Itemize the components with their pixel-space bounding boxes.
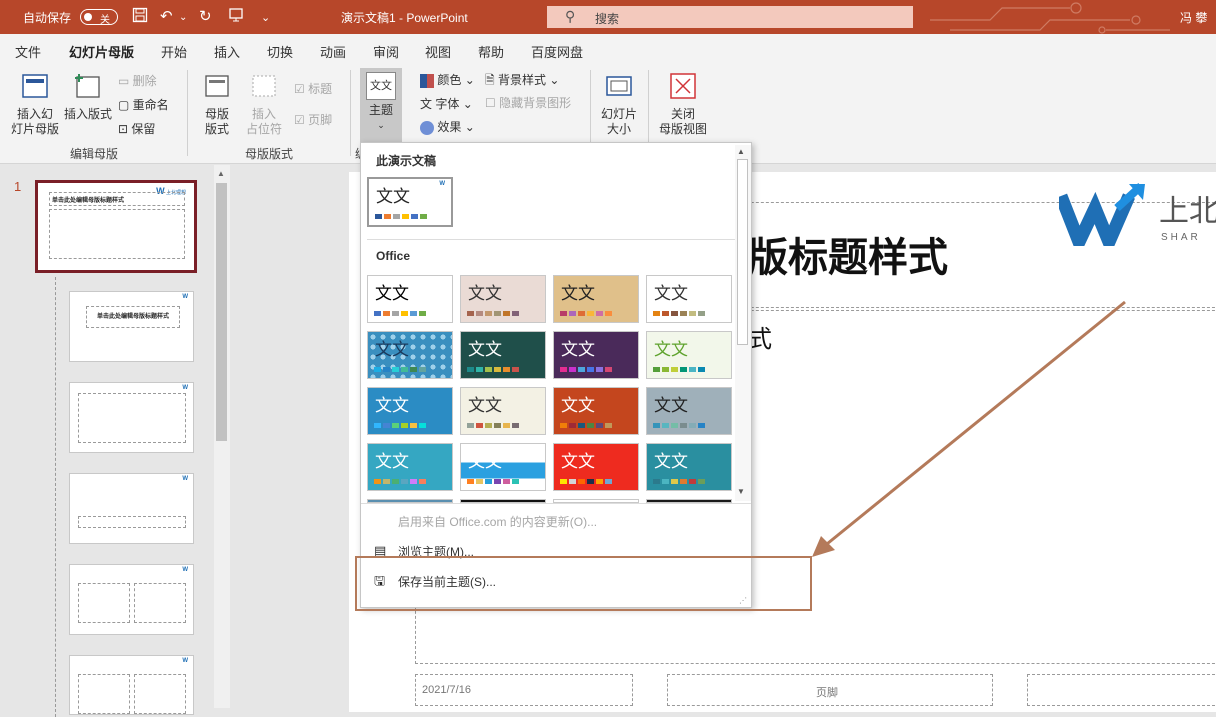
office-theme-swatch[interactable]: 文文	[553, 387, 639, 435]
office-theme-swatch[interactable]: 文文	[646, 443, 732, 491]
highlight-box	[355, 556, 812, 611]
current-theme-swatch[interactable]: 文文 W	[367, 177, 453, 227]
theme-color-bar	[374, 311, 428, 316]
theme-glyph: 文文	[468, 452, 502, 472]
theme-glyph: 文文	[376, 187, 410, 207]
theme-color-bar	[467, 311, 521, 316]
theme-glyph: 文文	[561, 340, 595, 360]
theme-glyph: 文文	[468, 284, 502, 304]
theme-glyph: 文文	[654, 340, 688, 360]
divider	[361, 503, 751, 504]
theme-glyph: 文文	[375, 284, 409, 304]
theme-color-bar	[560, 311, 614, 316]
theme-color-bar	[374, 479, 428, 484]
theme-color-bar	[375, 214, 429, 219]
office-theme-swatch[interactable]: 文文	[553, 443, 639, 491]
office-theme-swatch[interactable]: 文文	[460, 331, 546, 379]
theme-color-bar	[467, 479, 521, 484]
theme-glyph: 文文	[561, 452, 595, 472]
office-theme-swatch[interactable]: 文文	[553, 275, 639, 323]
office-theme-swatch[interactable]: 文文	[553, 331, 639, 379]
theme-glyph: 文文	[561, 396, 595, 416]
office-theme-swatch[interactable]: 文文	[367, 443, 453, 491]
office-theme-swatch[interactable]: 文文	[646, 387, 732, 435]
divider	[367, 239, 735, 240]
w-logo-icon: W	[439, 181, 445, 187]
theme-glyph: 文文	[375, 452, 409, 472]
office-theme-swatch[interactable]: 文文	[367, 331, 453, 379]
theme-color-bar	[653, 479, 707, 484]
theme-color-bar	[374, 367, 428, 372]
theme-color-bar	[653, 367, 707, 372]
office-theme-swatch[interactable]: 文文	[646, 275, 732, 323]
office-theme-swatch[interactable]: 文文	[460, 443, 546, 491]
scroll-up-icon[interactable]: ▲	[737, 147, 745, 156]
theme-glyph: 文文	[468, 340, 502, 360]
theme-color-bar	[653, 423, 707, 428]
office-theme-swatch[interactable]: 文文	[646, 331, 732, 379]
theme-color-bar	[653, 311, 707, 316]
theme-glyph: 文文	[561, 284, 595, 304]
office-theme-swatch[interactable]: 文文	[460, 387, 546, 435]
gallery-scrollbar[interactable]: ▲ ▼	[735, 145, 751, 501]
theme-glyph: 文文	[654, 452, 688, 472]
theme-glyph: 文文	[468, 396, 502, 416]
theme-color-bar	[560, 423, 614, 428]
theme-color-bar	[467, 367, 521, 372]
scroll-down-icon[interactable]: ▼	[737, 487, 745, 496]
themes-gallery-dropdown: 此演示文稿 文文 W Office 文文 文文 文文 文文 文文 文文 文文 文文 文文 文文 文文…	[360, 142, 752, 608]
office-theme-swatch[interactable]: 文文	[367, 387, 453, 435]
theme-glyph: 文文	[654, 396, 688, 416]
theme-glyph: 文文	[654, 284, 688, 304]
enable-office-updates-item[interactable]: 启用来自 Office.com 的内容更新(O)...	[398, 513, 597, 530]
theme-color-bar	[560, 367, 614, 372]
theme-glyph: 文文	[375, 396, 409, 416]
this-presentation-heading: 此演示文稿	[376, 154, 437, 168]
office-heading: Office	[376, 249, 411, 263]
theme-color-bar	[374, 423, 428, 428]
office-theme-swatch[interactable]: 文文	[460, 275, 546, 323]
theme-color-bar	[467, 423, 521, 428]
office-theme-swatch[interactable]: 文文	[367, 275, 453, 323]
scrollbar-thumb[interactable]	[737, 159, 748, 345]
theme-color-bar	[560, 479, 614, 484]
theme-glyph: 文文	[375, 340, 409, 360]
